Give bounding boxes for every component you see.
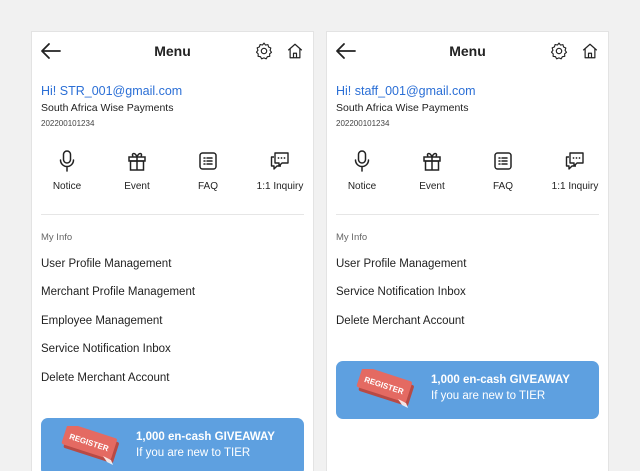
quick-link-label: Event [419,181,445,192]
menu-item-user-profile[interactable]: User Profile Management [41,258,171,270]
quick-link-faq[interactable]: FAQ [173,150,243,192]
menu-item-delete-account[interactable]: Delete Merchant Account [336,315,465,327]
menu-item-notification-inbox[interactable]: Service Notification Inbox [336,286,466,298]
gift-icon [128,152,146,171]
banner-headline: 1,000 en-cash GIVEAWAY [136,431,275,443]
greeting-email: Hi! staff_001@gmail.com [336,84,476,98]
quick-links: Notice Event FAQ 1:1 Inquiry [327,150,608,194]
quick-links: Notice Event FAQ 1:1 Inquiry [32,150,313,194]
quick-link-label: 1:1 Inquiry [551,181,599,192]
chat-icon [565,152,584,170]
quick-link-label: Notice [347,181,377,192]
screen: Menu Hi! STR_001@gmail.com South Africa … [0,0,640,471]
quick-link-faq[interactable]: FAQ [468,150,538,192]
home-icon[interactable] [581,42,599,60]
quick-link-label: FAQ [197,181,218,192]
quick-link-label: Event [124,181,150,192]
top-bar: Menu [32,32,313,70]
quick-link-inquiry[interactable]: 1:1 Inquiry [540,150,608,192]
banner-subtext: If you are new to TIER [431,390,546,402]
microphone-icon [59,150,75,172]
quick-link-event[interactable]: Event [397,150,467,192]
banner-headline: 1,000 en-cash GIVEAWAY [431,374,570,386]
section-label-my-info: My Info [336,232,368,243]
menu-panel-owner: Menu Hi! STR_001@gmail.com South Africa … [31,31,314,471]
menu-item-notification-inbox[interactable]: Service Notification Inbox [41,343,171,355]
list-icon [494,152,512,170]
quick-link-label: FAQ [492,181,513,192]
quick-link-label: 1:1 Inquiry [256,181,304,192]
quick-link-label: Notice [52,181,82,192]
microphone-icon [354,150,370,172]
greeting-email: Hi! STR_001@gmail.com [41,84,183,98]
quick-link-inquiry[interactable]: 1:1 Inquiry [245,150,313,192]
menu-item-delete-account[interactable]: Delete Merchant Account [41,372,170,384]
register-ticket-icon: REGISTER [356,369,414,408]
home-icon[interactable] [286,42,304,60]
quick-link-event[interactable]: Event [102,150,172,192]
company-name: South Africa Wise Payments [336,102,469,114]
promo-banner[interactable]: REGISTER 1,000 en-cash GIVEAWAY If you a… [41,418,304,471]
menu-panel-staff: Menu Hi! staff_001@gmail.com South Afric… [326,31,609,471]
gear-icon[interactable] [550,42,568,60]
banner-subtext: If you are new to TIER [136,447,251,459]
quick-link-notice[interactable]: Notice [327,150,397,192]
merchant-code: 202200101234 [336,119,390,128]
menu-item-employee-management[interactable]: Employee Management [41,315,162,327]
list-icon [199,152,217,170]
promo-banner[interactable]: REGISTER 1,000 en-cash GIVEAWAY If you a… [336,361,599,419]
top-bar: Menu [327,32,608,70]
divider [41,214,304,215]
quick-link-notice[interactable]: Notice [32,150,102,192]
menu-item-user-profile[interactable]: User Profile Management [336,258,466,270]
menu-item-merchant-profile[interactable]: Merchant Profile Management [41,286,195,298]
divider [336,214,599,215]
register-ticket-icon: REGISTER [61,426,119,465]
section-label-my-info: My Info [41,232,73,243]
gift-icon [423,152,441,171]
chat-icon [270,152,289,170]
company-name: South Africa Wise Payments [41,102,174,114]
merchant-code: 202200101234 [41,119,95,128]
gear-icon[interactable] [255,42,273,60]
